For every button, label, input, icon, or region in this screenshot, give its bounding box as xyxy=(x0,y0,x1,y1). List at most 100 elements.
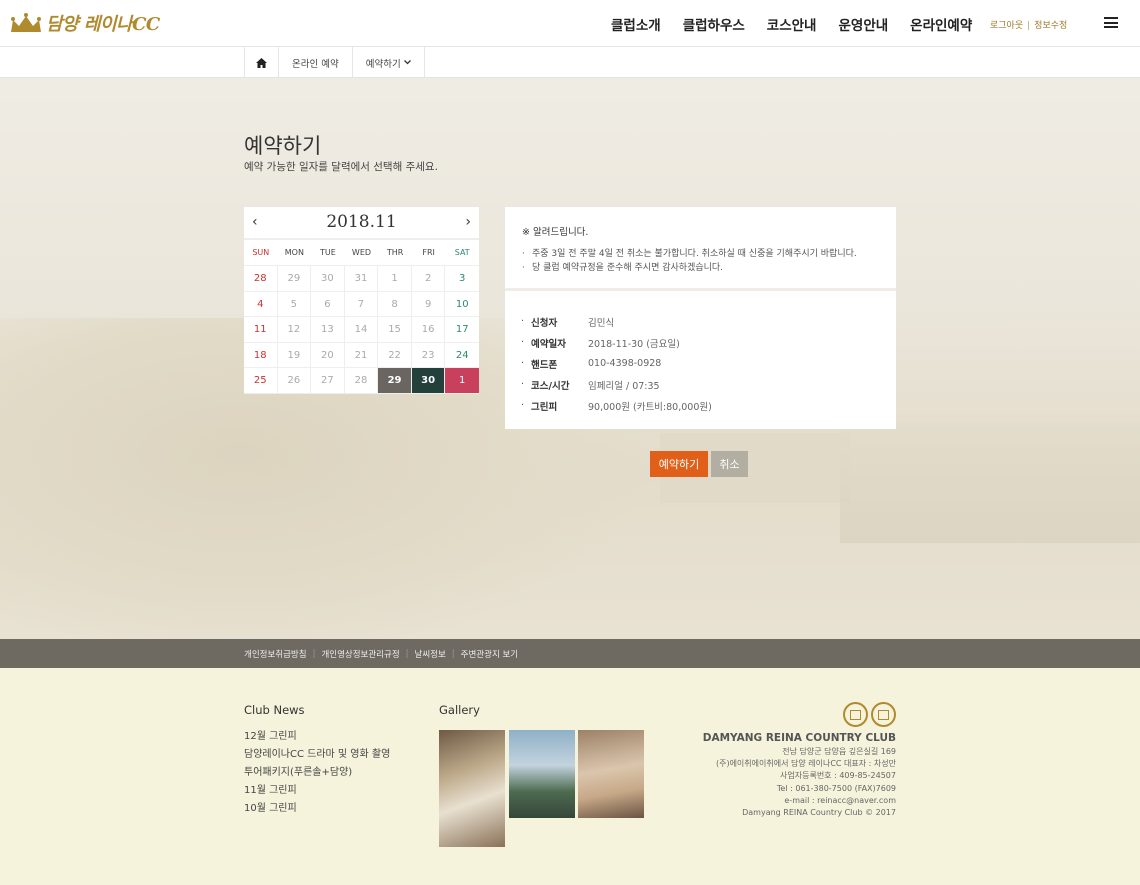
footer-link-video-policy[interactable]: 개인영상정보관리규정 xyxy=(321,648,399,660)
reserve-button[interactable]: 예약하기 xyxy=(650,451,708,477)
news-item[interactable]: 12월 그린피 xyxy=(244,728,390,746)
calendar-day-available-29[interactable]: 29 xyxy=(378,368,412,394)
info-value: 임페리얼 / 07:35 xyxy=(588,380,660,392)
edit-info-link[interactable]: 정보수정 xyxy=(1034,21,1067,31)
reservation-panel: ※ 알려드립니다. · 주중 3일 전 주말 4일 전 취소는 불가합니다. 취소… xyxy=(505,207,896,429)
calendar-day: 12 xyxy=(277,317,312,343)
info-label: 그린피 xyxy=(531,401,558,413)
calendar-day: 1 xyxy=(378,266,412,292)
info-row-course-time: · 코스/시간 임페리얼 / 07:35 xyxy=(521,379,660,392)
nav-online-reservation[interactable]: 온라인예약 xyxy=(910,14,972,34)
weekday-mon: MON xyxy=(284,248,304,257)
page-title: 예약하기 xyxy=(244,134,322,158)
info-value: 010-4398-0928 xyxy=(588,358,662,369)
footer: Club News 12월 그린피 담양레이나CC 드라마 및 영화 촬영 투어… xyxy=(0,668,1140,885)
logout-link[interactable]: 로그아웃 xyxy=(990,21,1023,31)
calendar-day: 29 xyxy=(277,266,312,292)
weekday-sun: SUN xyxy=(252,248,270,257)
footer-links: 개인정보취급방침 | 개인영상정보관리규정 | 날씨정보 | 주변관광지 보기 xyxy=(244,648,519,660)
club-biz-number: 사업자등록번호 : 409-85-24507 xyxy=(780,771,896,781)
news-item[interactable]: 11월 그린피 xyxy=(244,782,390,800)
main-nav: 클럽소개 클럽하우스 코스안내 운영안내 온라인예약 xyxy=(600,0,983,47)
club-copyright: Damyang REINA Country Club © 2017 xyxy=(742,808,896,818)
notice-line: · 당 클럽 예약규정을 준수해 주시면 감사하겠습니다. xyxy=(522,263,724,273)
info-row-applicant: · 신청자 김민식 xyxy=(521,316,615,329)
header: 담양 레이나CC 클럽소개 클럽하우스 코스안내 운영안내 온라인예약 로그아웃… xyxy=(0,0,1140,47)
calendar-day: 13 xyxy=(311,317,345,343)
breadcrumb-online-reservation[interactable]: 온라인 예약 xyxy=(279,47,353,78)
weekday-wed: WED xyxy=(351,248,372,257)
nav-clubhouse[interactable]: 클럽하우스 xyxy=(683,14,745,34)
info-value: 2018-11-30 (금요일) xyxy=(588,338,680,350)
notice-text: 당 클럽 예약규정을 준수해 주시면 감사하겠습니다. xyxy=(532,263,724,273)
notice-box: ※ 알려드립니다. · 주중 3일 전 주말 4일 전 취소는 불가합니다. 취소… xyxy=(505,207,896,291)
calendar-day: 18 xyxy=(244,342,278,368)
gallery-image-bridesmaids[interactable] xyxy=(578,730,644,818)
news-item[interactable]: 담양레이나CC 드라마 및 영화 촬영 xyxy=(244,746,390,764)
calendar-day: 24 xyxy=(445,343,479,368)
nav-club-intro[interactable]: 클럽소개 xyxy=(611,14,661,34)
map-icon[interactable] xyxy=(871,702,896,727)
breadcrumb-home[interactable] xyxy=(245,47,279,78)
main-content: 예약하기 예약 가능한 일자를 달력에서 선택해 주세요. ‹ 2018.11 … xyxy=(0,78,1140,639)
calendar-header: ‹ 2018.11 › xyxy=(244,207,479,240)
info-label: 예약일자 xyxy=(531,338,566,350)
calendar-day: 30 xyxy=(311,266,345,292)
footer-link-weather[interactable]: 날씨정보 xyxy=(415,648,446,660)
calendar-day: 16 xyxy=(411,317,446,343)
calendar-day: 11 xyxy=(244,317,278,343)
info-label: 신청자 xyxy=(531,317,558,329)
cancel-button[interactable]: 취소 xyxy=(711,451,748,477)
calendar-day: 26 xyxy=(277,368,312,394)
breadcrumb-dropdown[interactable]: 예약하기 xyxy=(353,47,425,78)
chevron-down-icon xyxy=(403,60,411,65)
calendar: ‹ 2018.11 › SUN MON TUE WED THR FRI SAT … xyxy=(244,207,479,394)
nav-course[interactable]: 코스안내 xyxy=(767,14,817,34)
news-item[interactable]: 10월 그린피 xyxy=(244,800,390,818)
info-label: 코스/시간 xyxy=(531,380,570,392)
calendar-next-button[interactable]: › xyxy=(465,214,471,230)
calendar-day: 17 xyxy=(445,317,479,343)
info-value: 김민식 xyxy=(588,317,615,329)
notice-line: · 주중 3일 전 주말 4일 전 취소는 불가합니다. 취소하실 때 신중을 기… xyxy=(522,249,857,259)
gallery-image-fountain[interactable] xyxy=(509,730,575,818)
footer-link-tourism[interactable]: 주변관광지 보기 xyxy=(461,648,518,660)
calendar-day: 31 xyxy=(344,266,379,292)
calendar-icon[interactable] xyxy=(843,702,868,727)
breadcrumb: 온라인 예약 예약하기 xyxy=(0,47,1140,78)
logo[interactable]: 담양 레이나CC xyxy=(9,10,160,36)
calendar-day-available-1[interactable]: 1 xyxy=(445,368,479,394)
club-news-list: 12월 그린피 담양레이나CC 드라마 및 영화 촬영 투어패키지(푸른솔+담양… xyxy=(244,728,390,818)
calendar-grid: 28 29 30 31 1 2 3 4 5 6 7 8 9 10 11 12 1… xyxy=(244,266,479,394)
info-value: 90,000원 (카트비:80,000원) xyxy=(588,401,712,413)
weekday-sat: SAT xyxy=(454,248,470,257)
info-label: 핸드폰 xyxy=(531,359,558,371)
calendar-day: 7 xyxy=(344,291,379,317)
background-clubhouse xyxy=(840,423,1140,543)
weekday-thu: THR xyxy=(386,248,404,257)
reservation-info: · 신청자 김민식 · 예약일자 2018-11-30 (금요일) · 핸드폰 010-43… xyxy=(505,291,896,429)
calendar-weekdays: SUN MON TUE WED THR FRI SAT xyxy=(244,240,479,266)
calendar-day: 28 xyxy=(244,266,278,292)
calendar-day: 23 xyxy=(411,342,446,368)
breadcrumb-current: 예약하기 xyxy=(365,58,401,70)
calendar-day: 2 xyxy=(411,266,446,292)
calendar-month: 2018.11 xyxy=(326,212,397,232)
footer-bar: 개인정보취급방침 | 개인영상정보관리규정 | 날씨정보 | 주변관광지 보기 xyxy=(0,639,1140,668)
weekday-tue: TUE xyxy=(320,248,336,257)
footer-link-privacy[interactable]: 개인정보취급방침 xyxy=(244,648,307,660)
hamburger-icon[interactable] xyxy=(1104,17,1118,28)
calendar-day: 22 xyxy=(378,342,412,368)
calendar-day: 10 xyxy=(445,292,479,317)
info-row-green-fee: · 그린피 90,000원 (카트비:80,000원) xyxy=(521,400,712,413)
nav-operation[interactable]: 운영안내 xyxy=(838,14,888,34)
calendar-day: 21 xyxy=(344,342,379,368)
club-info: 전남 담양군 담양읍 깊은실길 169 (주)에이취에이취에서 담양 레이나CC… xyxy=(716,746,896,819)
calendar-day: 9 xyxy=(411,291,446,317)
page-subtitle: 예약 가능한 일자를 달력에서 선택해 주세요. xyxy=(244,161,438,173)
calendar-day-selected-30[interactable]: 30 xyxy=(411,368,446,394)
home-icon xyxy=(256,57,267,68)
action-buttons: 예약하기 취소 xyxy=(650,451,748,477)
gallery-image-wedding[interactable] xyxy=(439,730,505,847)
news-item[interactable]: 투어패키지(푸른솔+담양) xyxy=(244,764,390,782)
